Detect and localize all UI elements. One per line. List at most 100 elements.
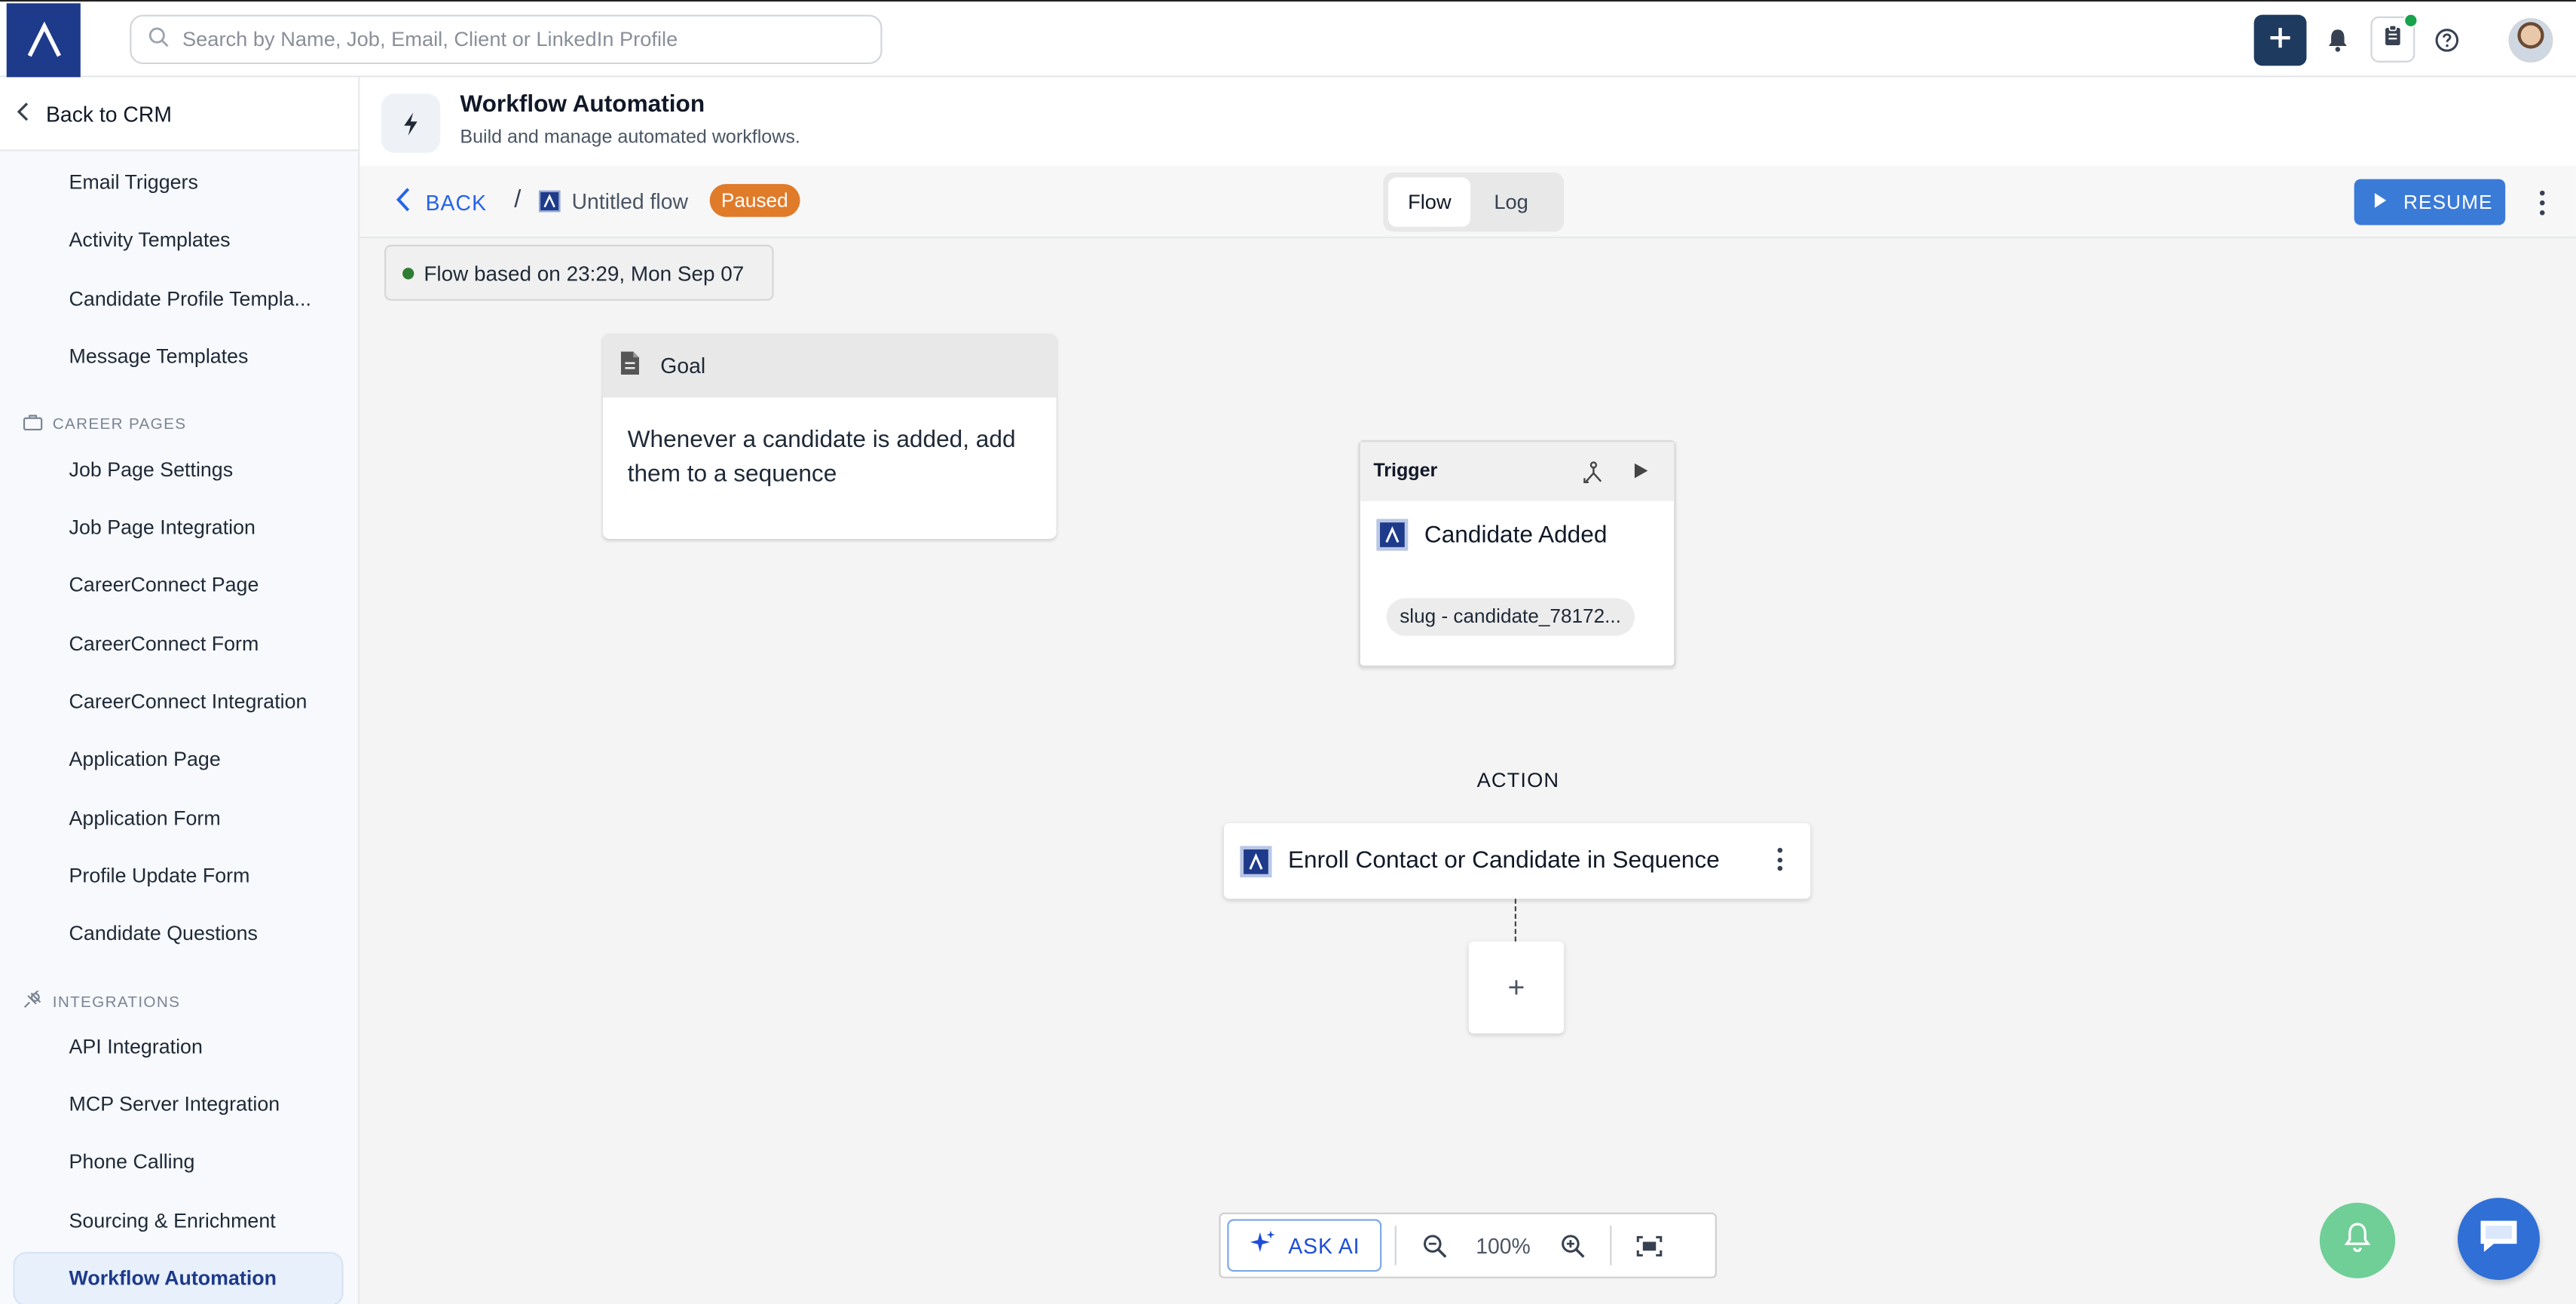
divider	[1394, 1226, 1397, 1266]
logo-icon[interactable]	[6, 3, 81, 78]
help-icon[interactable]	[2430, 23, 2463, 57]
tab-log[interactable]: Log	[1474, 177, 1548, 226]
sidebar-item-mcp-server-integration[interactable]: MCP Server Integration	[69, 1093, 280, 1116]
sidebar-item-application-page[interactable]: Application Page	[69, 748, 221, 771]
fit-screen-icon[interactable]	[1625, 1235, 1674, 1256]
back-label: BACK	[425, 189, 488, 215]
section-integrations-label: INTEGRATIONS	[52, 993, 181, 1012]
sidebar-item-message-templates[interactable]: Message Templates	[69, 345, 249, 369]
logo-icon	[1376, 519, 1409, 551]
sidebar-item-profile-update-form[interactable]: Profile Update Form	[69, 865, 250, 888]
flow-version-info: Flow based on 23:29, Mon Sep 07	[384, 244, 774, 301]
zoom-toolbar: ASK AI 100%	[1219, 1212, 1717, 1278]
logo-icon	[1240, 845, 1272, 877]
zoom-out-icon[interactable]	[1409, 1233, 1458, 1258]
play-icon[interactable]	[1633, 462, 1650, 485]
section-integrations: INTEGRATIONS	[23, 989, 181, 1014]
chevron-left-icon	[396, 187, 411, 216]
fork-icon[interactable]	[1582, 460, 1605, 489]
more-options-icon[interactable]	[1777, 847, 1783, 871]
add-step-button[interactable]: +	[1468, 941, 1565, 1034]
notification-dot	[2403, 13, 2418, 29]
action-name: Enroll Contact or Candidate in Sequence	[1287, 847, 1720, 874]
status-badge: Paused	[709, 184, 800, 217]
briefcase-icon	[23, 414, 43, 435]
connector-line	[1514, 898, 1516, 942]
view-tabs: Flow Log	[1383, 172, 1565, 232]
flow-canvas[interactable]: Flow based on 23:29, Mon Sep 07 Goal Whe…	[359, 238, 2576, 1304]
plug-icon	[23, 989, 43, 1014]
section-career-pages: CAREER PAGES	[23, 414, 187, 435]
sidebar-item-careerconnect-page[interactable]: CareerConnect Page	[69, 574, 259, 597]
back-button[interactable]: BACK	[396, 187, 487, 216]
ask-ai-label: ASK AI	[1288, 1232, 1360, 1258]
sidebar-item-api-integration[interactable]: API Integration	[69, 1035, 203, 1058]
page-subtitle: Build and manage automated workflows.	[460, 128, 800, 148]
sidebar: Back to CRM Email Triggers Activity Temp…	[0, 77, 360, 1304]
plus-icon	[2269, 21, 2292, 59]
notifications-fab[interactable]	[2319, 1202, 2396, 1278]
sidebar-item-email-triggers[interactable]: Email Triggers	[69, 171, 198, 194]
trigger-header: Trigger	[1360, 442, 1675, 501]
page-header: Workflow Automation Build and manage aut…	[359, 77, 2576, 167]
more-options-icon[interactable]	[2529, 185, 2555, 219]
top-bar	[0, 2, 2576, 78]
sidebar-item-job-page-integration[interactable]: Job Page Integration	[69, 516, 255, 539]
action-heading: ACTION	[1476, 769, 1560, 792]
zoom-level: 100%	[1476, 1232, 1531, 1258]
back-to-crm-label: Back to CRM	[46, 101, 172, 126]
sidebar-item-candidate-profile-templates[interactable]: Candidate Profile Templa...	[69, 287, 311, 311]
back-to-crm-link[interactable]: Back to CRM	[0, 77, 359, 152]
trigger-event-label: Candidate Added	[1424, 522, 1608, 548]
sidebar-item-activity-templates[interactable]: Activity Templates	[69, 228, 231, 252]
resume-button[interactable]: RESUME	[2354, 179, 2506, 225]
section-career-pages-label: CAREER PAGES	[52, 415, 187, 434]
tab-flow[interactable]: Flow	[1387, 177, 1471, 227]
tasks-button[interactable]	[2370, 13, 2418, 63]
sidebar-item-careerconnect-form[interactable]: CareerConnect Form	[69, 632, 259, 656]
chevron-left-icon	[17, 101, 29, 126]
sidebar-item-workflow-automation[interactable]: Workflow Automation	[13, 1252, 344, 1304]
chat-icon	[2477, 1217, 2520, 1261]
goal-header: Goal	[602, 333, 1057, 398]
goal-text: Whenever a candidate is added, add them …	[627, 427, 1016, 488]
clipboard-icon	[2384, 24, 2402, 54]
goal-card[interactable]: Goal Whenever a candidate is added, add …	[602, 333, 1057, 539]
flow-toolbar: BACK / Untitled flow Paused Flow Log RES…	[359, 166, 2576, 239]
flow-version-label: Flow based on 23:29, Mon Sep 07	[424, 260, 745, 286]
goal-title: Goal	[660, 353, 706, 378]
trigger-card[interactable]: Trigger Candidate Added slug - candidate…	[1358, 440, 1676, 667]
sidebar-item-application-form[interactable]: Application Form	[69, 807, 221, 830]
bell-icon[interactable]	[2321, 23, 2354, 57]
trigger-event: Candidate Added	[1376, 519, 1608, 551]
trigger-title: Trigger	[1373, 461, 1438, 482]
search-input[interactable]	[182, 28, 840, 51]
play-icon	[2374, 191, 2387, 214]
sidebar-item-candidate-questions[interactable]: Candidate Questions	[69, 922, 258, 945]
breadcrumb-separator: /	[514, 185, 522, 214]
divider	[1610, 1226, 1612, 1266]
document-icon	[620, 350, 641, 381]
chat-fab[interactable]	[2457, 1198, 2540, 1281]
logo-icon	[538, 190, 561, 213]
sidebar-item-sourcing-enrichment[interactable]: Sourcing & Enrichment	[69, 1209, 276, 1232]
sidebar-item-job-page-settings[interactable]: Job Page Settings	[69, 458, 234, 482]
action-card[interactable]: Enroll Contact or Candidate in Sequence	[1223, 823, 1811, 899]
avatar[interactable]	[2508, 17, 2553, 63]
flow-name[interactable]: Untitled flow	[538, 188, 688, 214]
sidebar-item-phone-calling[interactable]: Phone Calling	[69, 1150, 195, 1174]
create-button[interactable]	[2253, 14, 2307, 66]
status-dot	[402, 267, 415, 279]
zoom-in-icon[interactable]	[1547, 1233, 1596, 1258]
bell-icon	[2342, 1220, 2372, 1261]
sparkle-icon	[1249, 1229, 1277, 1262]
resume-label: RESUME	[2403, 190, 2493, 214]
trigger-slug-pill[interactable]: slug - candidate_78172...	[1386, 598, 1635, 636]
page-title: Workflow Automation	[460, 92, 705, 118]
search-bar[interactable]	[130, 14, 883, 65]
flow-name-label: Untitled flow	[571, 188, 688, 214]
search-icon	[148, 26, 169, 53]
ask-ai-button[interactable]: ASK AI	[1227, 1219, 1382, 1272]
lightning-icon	[381, 93, 441, 153]
sidebar-item-careerconnect-integration[interactable]: CareerConnect Integration	[69, 690, 307, 714]
